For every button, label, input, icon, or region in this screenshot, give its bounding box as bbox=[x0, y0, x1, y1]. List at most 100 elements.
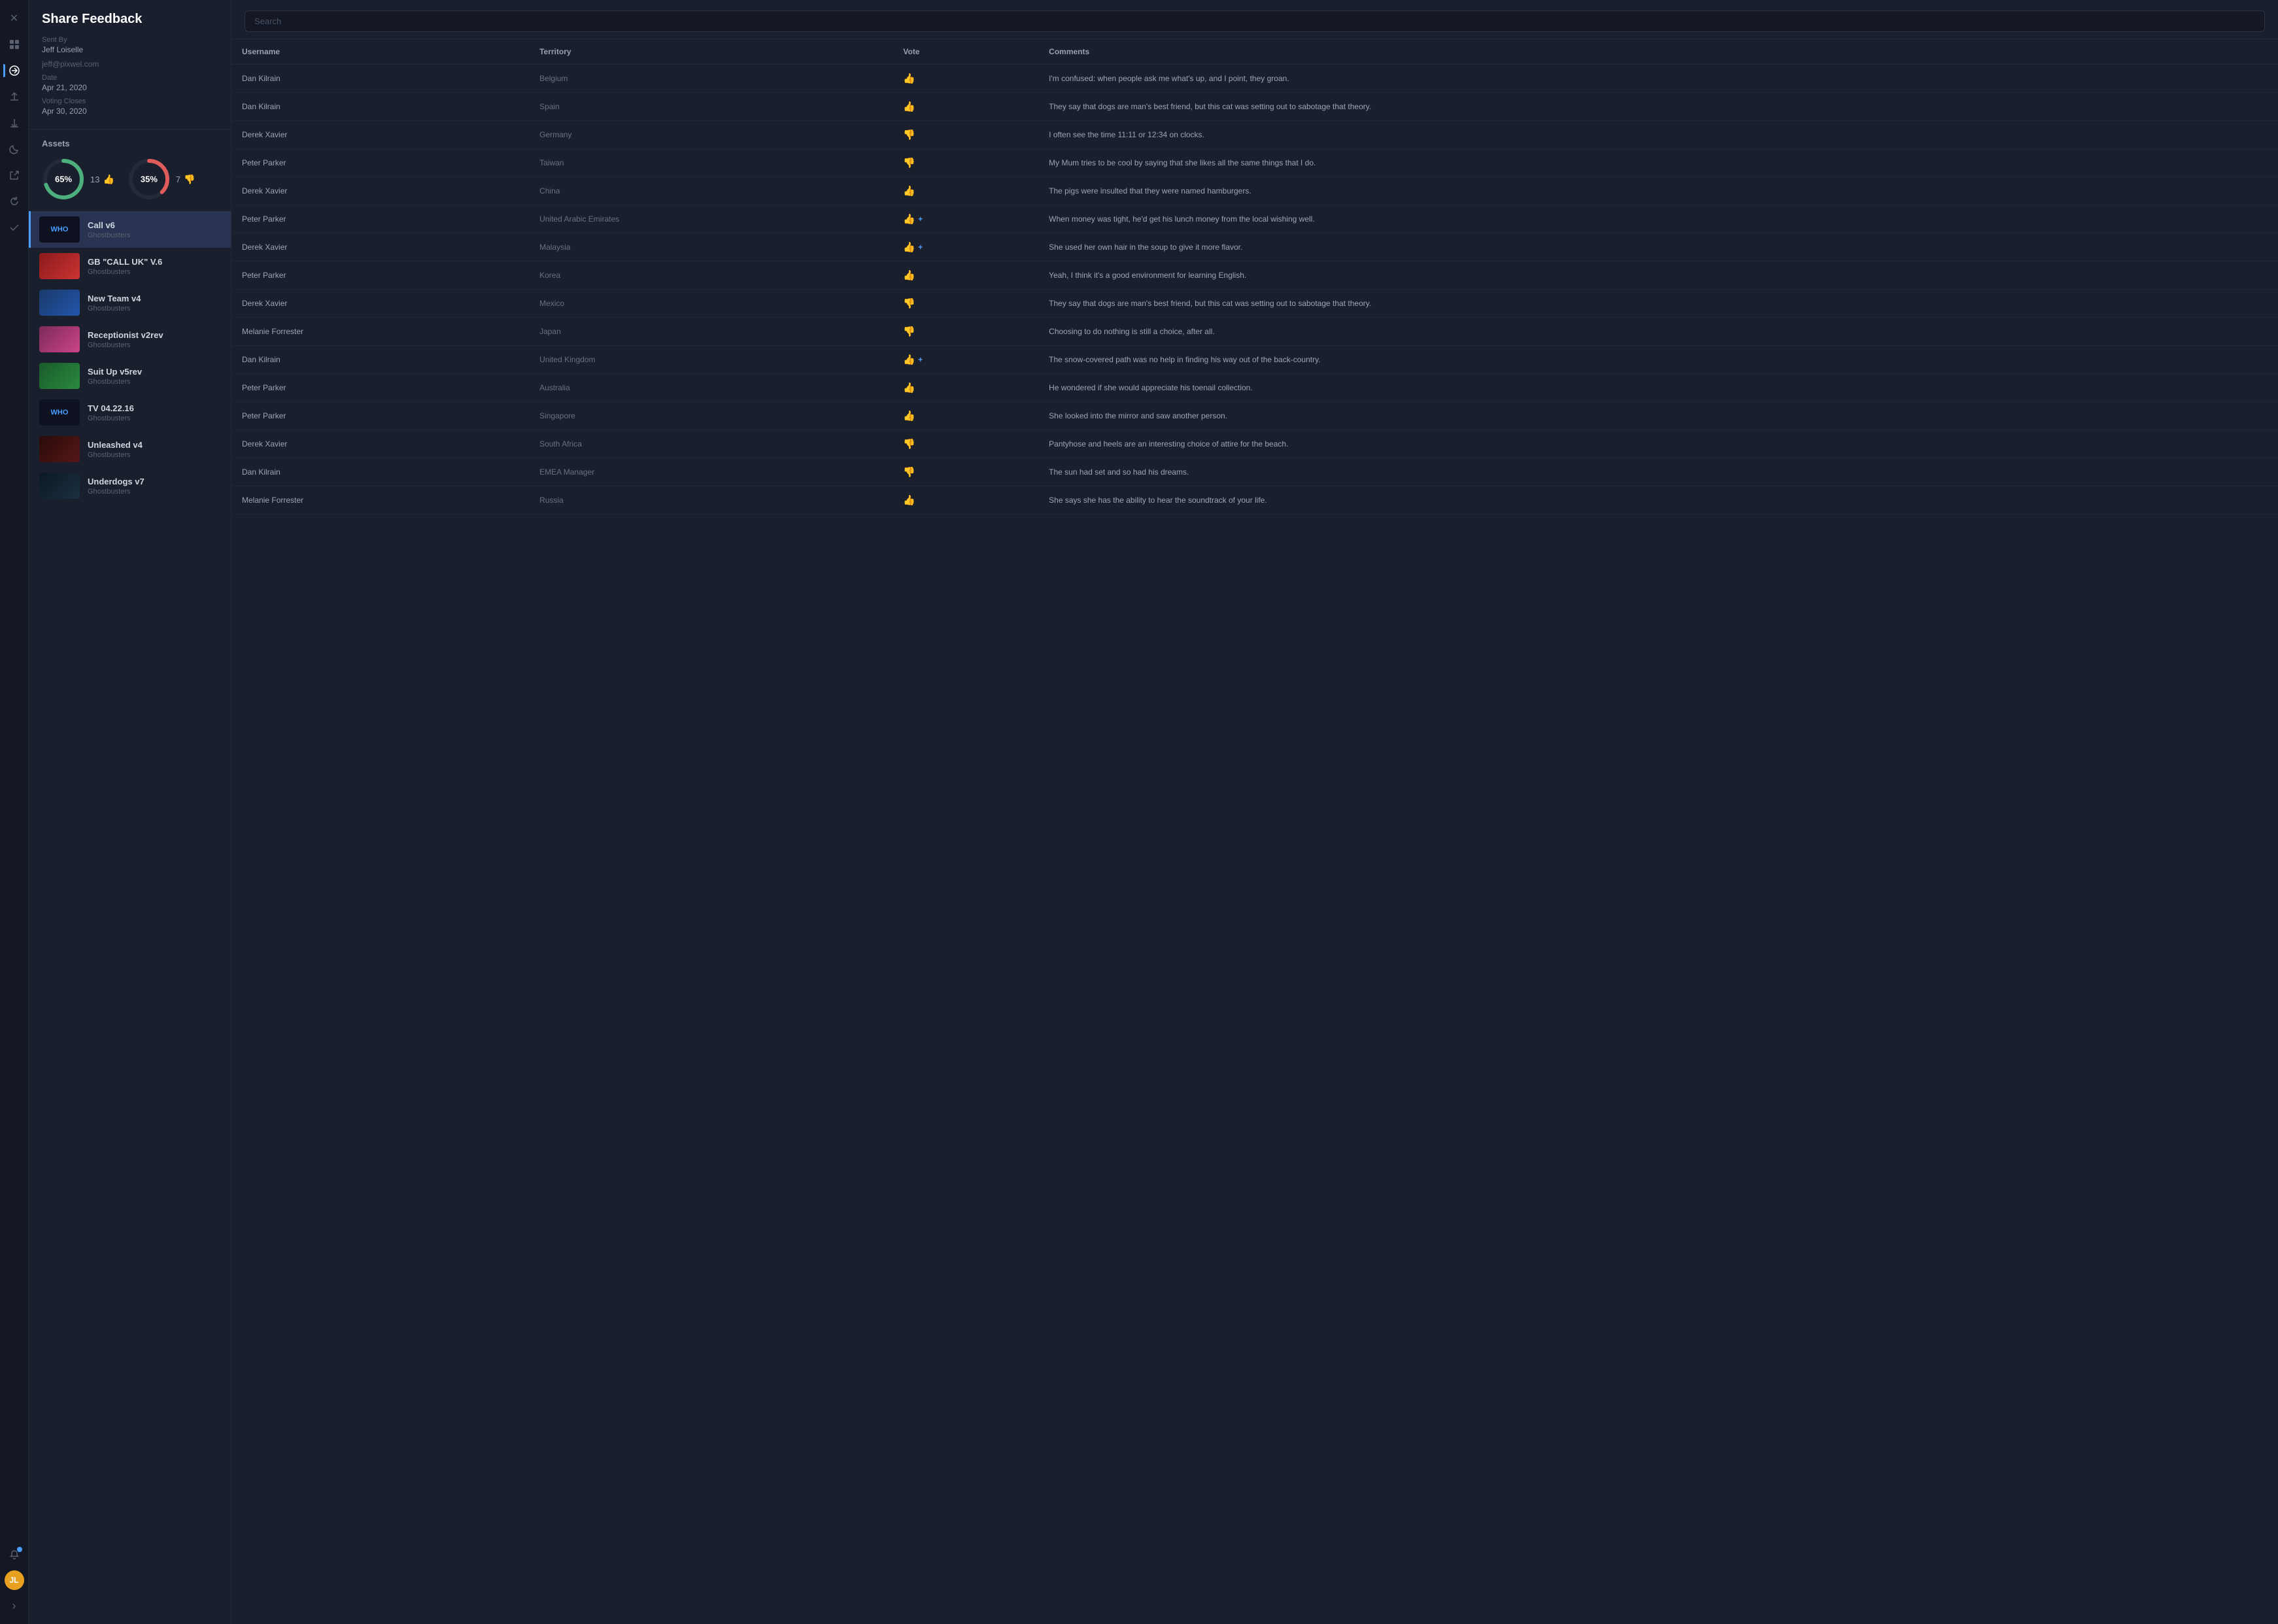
table-row: Peter ParkerUnited Arabic Emirates👍+When… bbox=[231, 205, 2278, 233]
vote-up-icon: 👍 bbox=[903, 494, 915, 506]
asset-name: TV 04.22.16 bbox=[88, 403, 220, 413]
main-header bbox=[231, 0, 2278, 39]
refresh-icon[interactable] bbox=[4, 191, 25, 212]
vote-up-icon: 👍 bbox=[903, 185, 915, 197]
vote-up-icon: 👍 bbox=[903, 213, 915, 225]
table-row: Derek XavierChina👍The pigs were insulted… bbox=[231, 177, 2278, 205]
asset-sub: Ghostbusters bbox=[88, 414, 220, 422]
asset-text: Underdogs v7Ghostbusters bbox=[88, 477, 220, 496]
cell-username: Melanie Forrester bbox=[231, 318, 529, 346]
charts-row: 65% 13 👍 35% 7 👎 bbox=[29, 155, 231, 211]
cell-vote: 👍+ bbox=[892, 233, 1038, 262]
assets-label: Assets bbox=[29, 139, 231, 155]
main-content: Username Territory Vote Comments Dan Kil… bbox=[231, 0, 2278, 1624]
upvote-count: 13 bbox=[90, 175, 99, 184]
cell-comment: The sun had set and so had his dreams. bbox=[1038, 458, 2278, 486]
export-icon[interactable] bbox=[4, 165, 25, 186]
vote-up-icon: 👍 bbox=[903, 354, 915, 365]
moon-icon[interactable] bbox=[4, 139, 25, 160]
page-title: Share Feedback bbox=[42, 12, 218, 27]
cell-username: Peter Parker bbox=[231, 402, 529, 430]
vote-up-icon: 👍 bbox=[903, 410, 915, 422]
asset-item[interactable]: Unleashed v4Ghostbusters bbox=[29, 431, 231, 467]
vote-up-icon: 👍 bbox=[903, 382, 915, 394]
cell-territory: South Africa bbox=[529, 430, 892, 458]
bell-icon[interactable] bbox=[4, 1544, 25, 1565]
cell-username: Derek Xavier bbox=[231, 177, 529, 205]
download-icon[interactable] bbox=[4, 112, 25, 133]
asset-sub: Ghostbusters bbox=[88, 488, 220, 496]
sent-by-name: Jeff Loiselle bbox=[42, 45, 218, 54]
vote-up-icon: 👍 bbox=[903, 73, 915, 84]
sent-by-email: jeff@pixwel.com bbox=[42, 59, 218, 69]
asset-item[interactable]: New Team v4Ghostbusters bbox=[29, 284, 231, 321]
check-icon[interactable] bbox=[4, 217, 25, 238]
asset-item[interactable]: WHO TV 04.22.16Ghostbusters bbox=[29, 394, 231, 431]
asset-sub: Ghostbusters bbox=[88, 451, 220, 459]
asset-name: New Team v4 bbox=[88, 294, 220, 303]
asset-text: New Team v4Ghostbusters bbox=[88, 294, 220, 313]
asset-item[interactable]: WHOCall v6Ghostbusters bbox=[29, 211, 231, 248]
asset-sub: Ghostbusters bbox=[88, 231, 220, 239]
vote-down-icon: 👎 bbox=[903, 157, 915, 169]
asset-thumbnail: WHO bbox=[39, 399, 80, 426]
grid-icon[interactable] bbox=[4, 34, 25, 55]
asset-item[interactable]: Suit Up v5revGhostbusters bbox=[29, 358, 231, 394]
cell-username: Peter Parker bbox=[231, 374, 529, 402]
col-comments: Comments bbox=[1038, 39, 2278, 65]
feedback-table-container: Username Territory Vote Comments Dan Kil… bbox=[231, 39, 2278, 1624]
cell-comment: I'm confused: when people ask me what's … bbox=[1038, 65, 2278, 93]
user-avatar[interactable]: JL bbox=[5, 1570, 24, 1590]
asset-thumbnail bbox=[39, 363, 80, 389]
cell-vote: 👎 bbox=[892, 149, 1038, 177]
table-row: Dan KilrainBelgium 👍 I'm confused: when pe… bbox=[231, 65, 2278, 93]
cell-username: Derek Xavier bbox=[231, 430, 529, 458]
cell-comment: When money was tight, he'd get his lunch… bbox=[1038, 205, 2278, 233]
cell-territory: Taiwan bbox=[529, 149, 892, 177]
share-icon[interactable] bbox=[4, 60, 25, 81]
cell-username: Dan Kilrain bbox=[231, 346, 529, 374]
vote-down-icon: 👎 bbox=[903, 326, 915, 337]
asset-item[interactable]: Receptionist v2revGhostbusters bbox=[29, 321, 231, 358]
cell-comment: Pantyhose and heels are an interesting c… bbox=[1038, 430, 2278, 458]
asset-sub: Ghostbusters bbox=[88, 378, 220, 386]
cell-territory: Belgium bbox=[529, 65, 892, 93]
sidebar-header: Share Feedback Sent By Jeff Loiselle jef… bbox=[29, 0, 231, 129]
cell-vote: 👎 bbox=[892, 290, 1038, 318]
cell-username: Derek Xavier bbox=[231, 121, 529, 149]
cell-territory: Japan bbox=[529, 318, 892, 346]
asset-text: Receptionist v2revGhostbusters bbox=[88, 330, 220, 349]
upload-icon[interactable] bbox=[4, 86, 25, 107]
close-icon[interactable]: ✕ bbox=[4, 8, 25, 29]
table-row: Peter ParkerKorea👍Yeah, I think it's a g… bbox=[231, 262, 2278, 290]
notification-badge bbox=[17, 1547, 22, 1552]
asset-item[interactable]: Underdogs v7Ghostbusters bbox=[29, 467, 231, 504]
cell-username: Dan Kilrain bbox=[231, 65, 529, 93]
cell-territory: Russia bbox=[529, 486, 892, 515]
voting-closes-label: Voting Closes bbox=[42, 97, 218, 105]
chevron-right-icon[interactable]: › bbox=[4, 1595, 25, 1616]
cell-username: Peter Parker bbox=[231, 205, 529, 233]
cell-comment: She used her own hair in the soup to giv… bbox=[1038, 233, 2278, 262]
sidebar: Share Feedback Sent By Jeff Loiselle jef… bbox=[29, 0, 231, 1624]
cell-comment: My Mum tries to be cool by saying that s… bbox=[1038, 149, 2278, 177]
table-row: Derek XavierSouth Africa👎Pantyhose and h… bbox=[231, 430, 2278, 458]
asset-item[interactable]: GB "CALL UK" V.6Ghostbusters bbox=[29, 248, 231, 284]
feedback-table: Username Territory Vote Comments Dan Kil… bbox=[231, 39, 2278, 515]
asset-thumbnail bbox=[39, 290, 80, 316]
table-row: Peter ParkerAustralia👍He wondered if she… bbox=[231, 374, 2278, 402]
cell-vote: 👎 bbox=[892, 318, 1038, 346]
vote-plus-icon: + bbox=[918, 214, 923, 224]
asset-name: GB "CALL UK" V.6 bbox=[88, 257, 220, 267]
downvote-chart: 35% 7 👎 bbox=[128, 158, 196, 201]
asset-sub: Ghostbusters bbox=[88, 268, 220, 276]
cell-comment: The snow-covered path was no help in fin… bbox=[1038, 346, 2278, 374]
cell-comment: She looked into the mirror and saw anoth… bbox=[1038, 402, 2278, 430]
search-input[interactable] bbox=[245, 10, 2265, 32]
col-vote: Vote bbox=[892, 39, 1038, 65]
asset-name: Unleashed v4 bbox=[88, 440, 220, 450]
cell-username: Melanie Forrester bbox=[231, 486, 529, 515]
cell-comment: The pigs were insulted that they were na… bbox=[1038, 177, 2278, 205]
asset-sub: Ghostbusters bbox=[88, 341, 220, 349]
vote-down-icon: 👎 bbox=[903, 466, 915, 478]
